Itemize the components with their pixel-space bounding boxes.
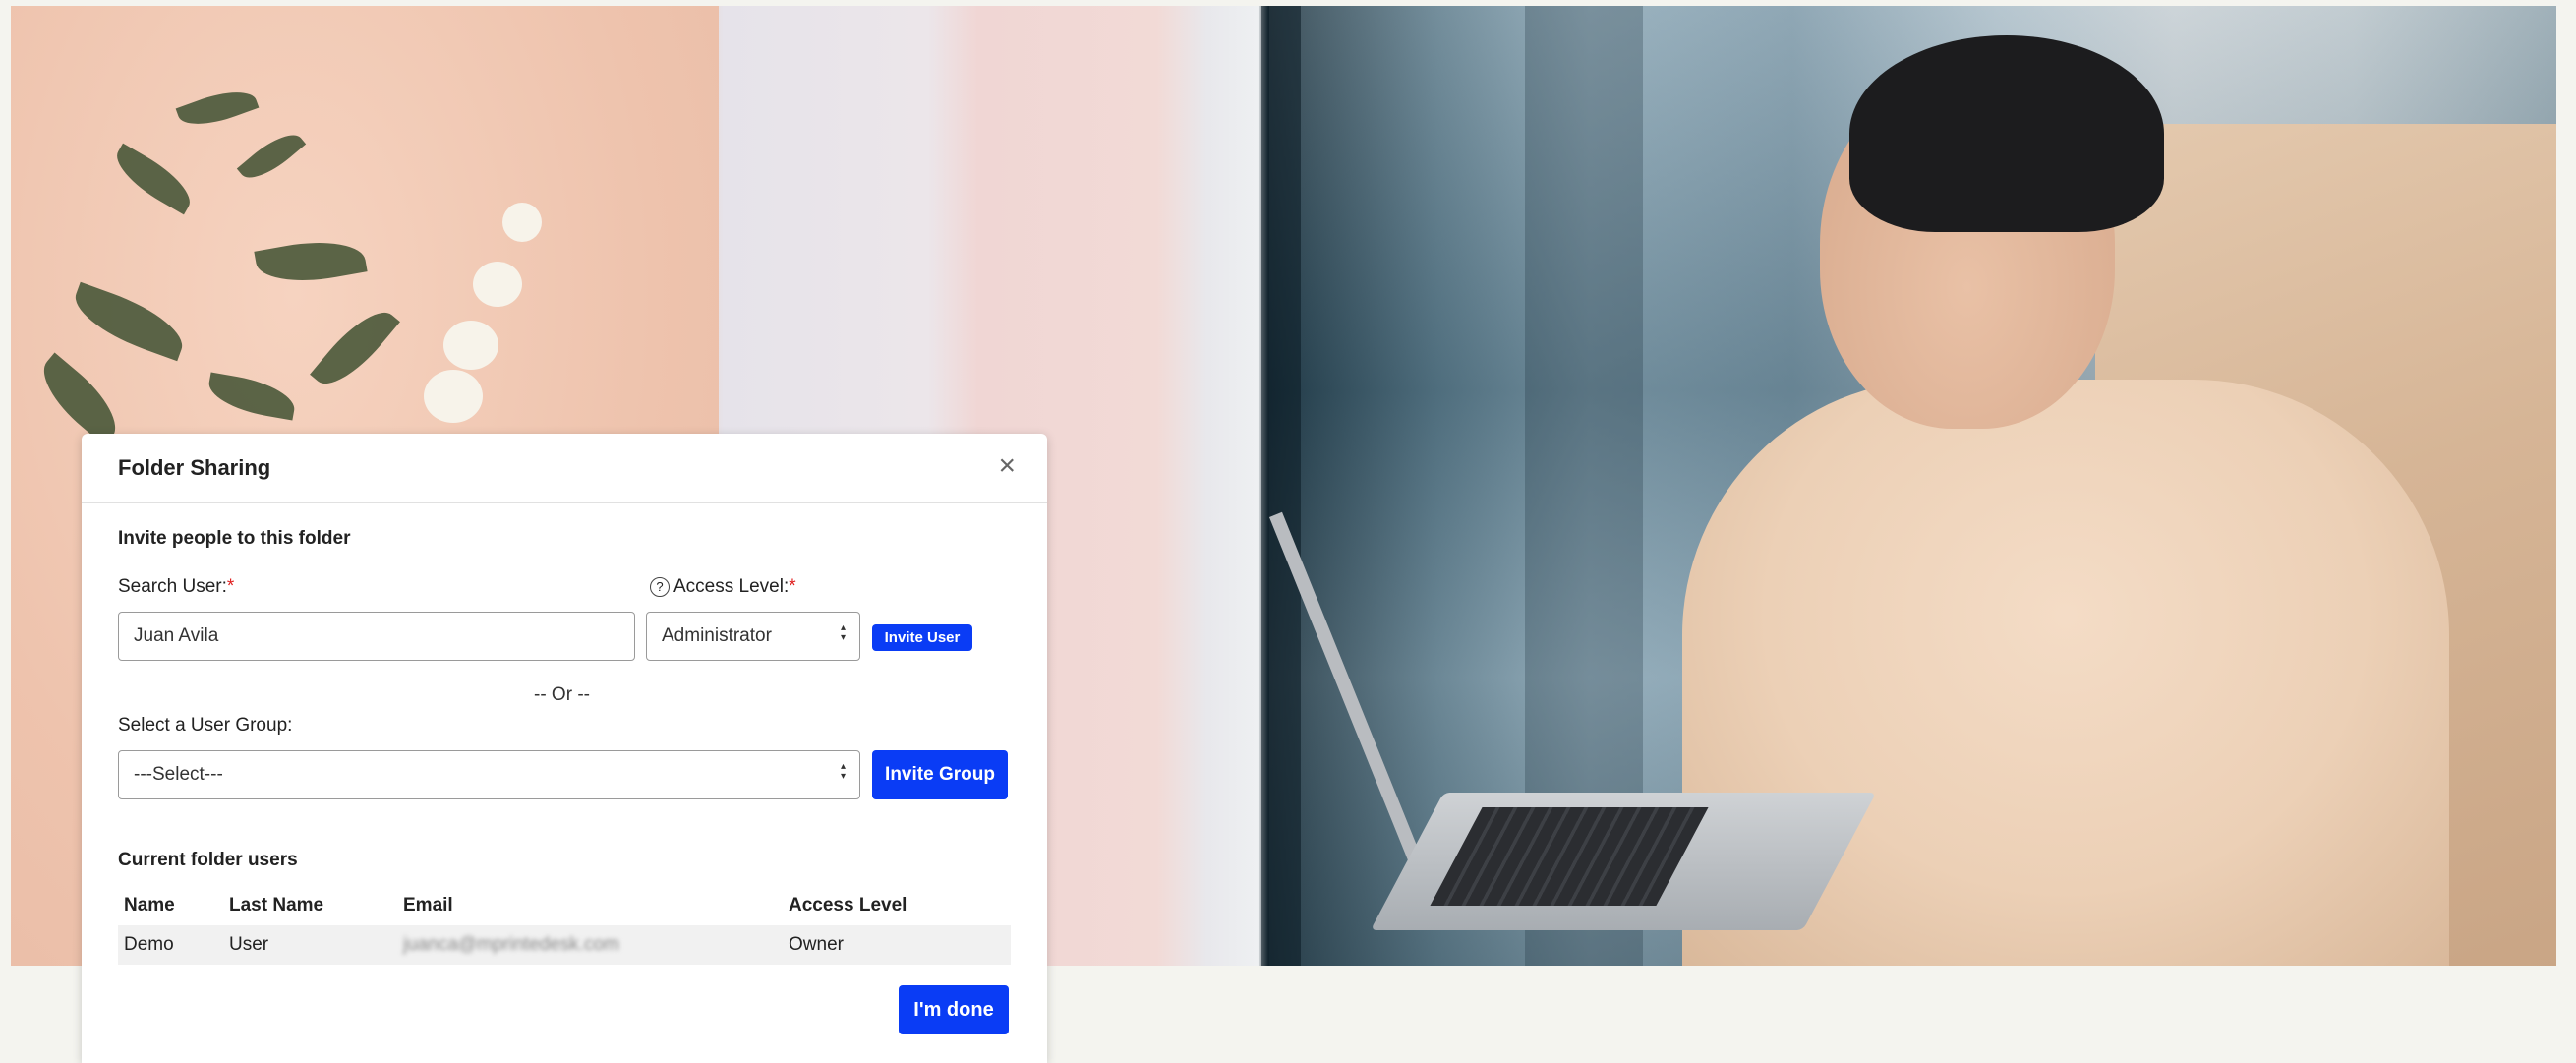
- white-flower: [502, 203, 542, 242]
- modal-header: Folder Sharing ×: [82, 434, 1047, 503]
- or-divider: -- Or --: [534, 684, 590, 705]
- user-group-select[interactable]: ---Select---: [118, 750, 860, 799]
- search-user-input[interactable]: Juan Avila: [118, 612, 635, 661]
- table-row: Demo User juanca@mprintedesk.com Owner: [118, 925, 1011, 965]
- search-user-label: Search User:*: [118, 576, 234, 598]
- person-hair: [1849, 35, 2164, 232]
- current-users-title: Current folder users: [118, 850, 298, 870]
- help-icon[interactable]: ?: [650, 577, 670, 597]
- modal-title: Folder Sharing: [118, 455, 271, 480]
- white-flower: [424, 370, 483, 423]
- white-flower: [473, 262, 522, 307]
- column-header-email: Email: [403, 895, 453, 915]
- access-level-select[interactable]: Administrator: [646, 612, 860, 661]
- user-group-label: Select a User Group:: [118, 715, 293, 736]
- required-mark: *: [789, 576, 796, 597]
- table-header-row: Name Last Name Email Access Level: [118, 886, 1011, 925]
- search-user-label-text: Search User:: [118, 576, 227, 597]
- access-level-label-text: Access Level:: [673, 576, 790, 597]
- required-mark: *: [226, 576, 235, 597]
- invite-user-button[interactable]: Invite User: [872, 624, 972, 651]
- invite-section-title: Invite people to this folder: [118, 528, 351, 549]
- cell-last-name: User: [223, 925, 397, 965]
- close-icon[interactable]: ×: [998, 451, 1016, 481]
- access-level-label: ? Access Level:*: [650, 576, 796, 598]
- access-level-value: Administrator: [662, 625, 772, 646]
- current-users-table: Name Last Name Email Access Level Demo U…: [118, 886, 1011, 965]
- column-header-last-name: Last Name: [229, 895, 324, 915]
- email-value: juanca@mprintedesk.com: [403, 934, 619, 955]
- done-button[interactable]: I'm done: [899, 985, 1009, 1034]
- window-frame: [1261, 6, 1301, 966]
- cell-access-level: Owner: [783, 925, 1011, 965]
- column-header-name: Name: [124, 895, 175, 915]
- column-header-access-level: Access Level: [789, 895, 907, 915]
- cell-name: Demo: [118, 925, 223, 965]
- cell-email: juanca@mprintedesk.com: [397, 925, 783, 965]
- white-flower: [443, 321, 498, 370]
- invite-group-button[interactable]: Invite Group: [872, 750, 1008, 799]
- user-group-value: ---Select---: [134, 764, 223, 785]
- folder-sharing-modal: Folder Sharing × Invite people to this f…: [82, 434, 1047, 1063]
